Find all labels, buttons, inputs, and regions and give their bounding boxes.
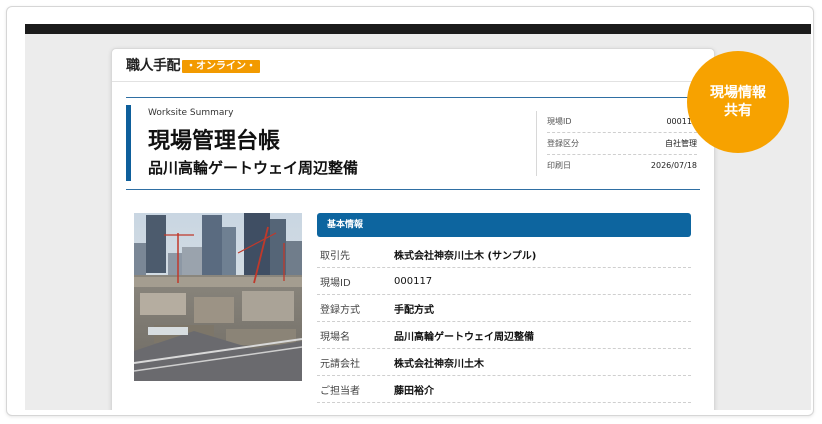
meta-key: 登録区分 xyxy=(547,139,579,148)
share-info-badge: 現場情報 共有 xyxy=(687,51,789,153)
badge-line-2: 共有 xyxy=(724,103,752,119)
info-key: 現場ID xyxy=(320,277,351,289)
info-key: 登録方式 xyxy=(320,304,360,316)
info-key: 取引先 xyxy=(320,250,350,262)
header-divider xyxy=(112,81,714,82)
info-key: 元請会社 xyxy=(320,358,360,370)
screenshot-frame: 職人手配 ・オンライン・ Worksite Summary 現場管理台帳 品川高… xyxy=(6,6,814,416)
info-value: 株式会社神奈川土木 xyxy=(394,358,484,370)
meta-row-registration: 登録区分 自社管理 xyxy=(547,133,697,155)
info-section-header: 基本情報 xyxy=(317,213,691,237)
summary-top-rule xyxy=(126,97,700,98)
top-bar xyxy=(25,24,811,34)
info-key: ご担当者 xyxy=(320,385,360,397)
meta-row-site-id: 現場ID 000117 xyxy=(547,111,697,133)
meta-row-print-date: 印刷日 2026/07/18 xyxy=(547,155,697,176)
site-name: 品川高輪ゲートウェイ周辺整備 xyxy=(148,159,359,177)
brand-logo[interactable]: 職人手配 ・オンライン・ xyxy=(126,58,260,74)
info-row-site-name: 現場名 品川高輪ゲートウェイ周辺整備 xyxy=(317,322,691,349)
info-value: 000117 xyxy=(394,275,433,287)
info-row-contact-person: ご担当者 藤田裕介 xyxy=(317,376,691,403)
meta-key: 現場ID xyxy=(547,117,572,126)
info-row-site-id: 現場ID 000117 xyxy=(317,268,691,295)
logo-main-text: 職人手配 xyxy=(126,58,181,74)
logo-sub-text: ・オンライン・ xyxy=(182,59,260,73)
meta-value: 自社管理 xyxy=(665,139,697,148)
info-row-prime-contractor: 元請会社 株式会社神奈川土木 xyxy=(317,349,691,376)
summary-label: Worksite Summary xyxy=(148,108,234,118)
title-accent-bar xyxy=(126,105,131,181)
info-value: 品川高輪ゲートウェイ周辺整備 xyxy=(394,331,534,343)
info-value: 株式会社神奈川土木 (サンプル) xyxy=(394,250,537,262)
page-title: 現場管理台帳 xyxy=(148,129,281,154)
info-key: 現場名 xyxy=(320,331,350,343)
info-table: 取引先 株式会社神奈川土木 (サンプル) 現場ID 000117 登録方式 手配… xyxy=(317,241,691,403)
info-row-registration: 登録方式 手配方式 xyxy=(317,295,691,322)
summary-bottom-rule xyxy=(126,189,700,190)
info-value: 藤田裕介 xyxy=(394,385,434,397)
construction-photo-image xyxy=(134,213,302,381)
meta-table: 現場ID 000117 登録区分 自社管理 印刷日 2026/07/18 xyxy=(536,111,697,176)
worksite-summary-sheet: 職人手配 ・オンライン・ Worksite Summary 現場管理台帳 品川高… xyxy=(111,48,715,410)
meta-value: 2026/07/18 xyxy=(650,161,697,170)
badge-line-1: 現場情報 xyxy=(710,85,766,101)
meta-key: 印刷日 xyxy=(547,161,571,170)
info-row-client: 取引先 株式会社神奈川土木 (サンプル) xyxy=(317,241,691,268)
site-photo xyxy=(134,213,302,381)
info-value: 手配方式 xyxy=(394,304,434,316)
